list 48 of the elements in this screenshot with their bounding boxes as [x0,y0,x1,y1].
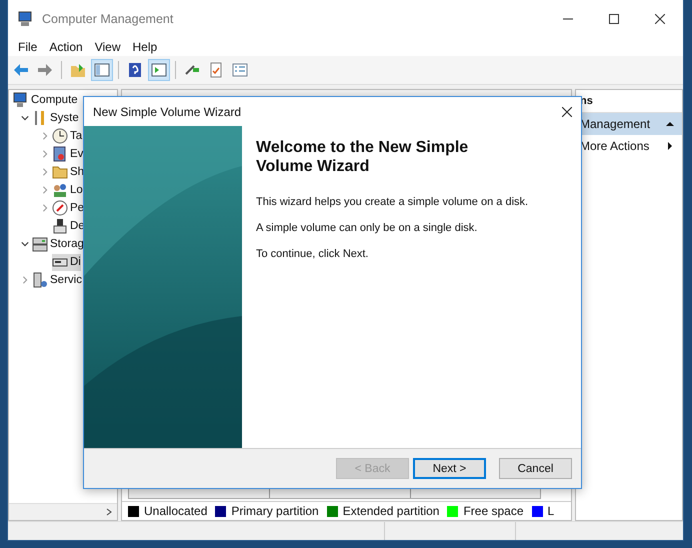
legend-label: Extended partition [342,504,440,518]
expand-chevron-icon[interactable] [41,150,49,158]
menu-item[interactable]: View [88,40,126,54]
scroll-right-icon[interactable] [105,508,113,516]
folder-icon [52,164,68,180]
clock-icon [52,128,68,144]
computer-icon [13,92,29,108]
dialog-title: New Simple Volume Wizard [93,104,242,118]
menu-item[interactable]: Help [126,40,164,54]
tree-item[interactable]: Pe [52,200,84,216]
legend-label: Free space [463,504,524,518]
menu-item[interactable]: Action [43,40,89,54]
wizard-text: A simple volume can only be on a single disk. [256,222,478,234]
drive-icon [32,236,48,252]
maximize-icon[interactable] [609,14,619,24]
wizard-button[interactable]: Cancel [499,458,572,479]
expand-chevron-icon[interactable] [41,186,49,194]
tree-item[interactable]: Lo [52,182,83,198]
collapse-chevron-icon[interactable] [21,240,29,248]
expand-chevron-icon[interactable] [21,276,29,284]
tree-item[interactable]: Di [52,254,81,270]
wizard-heading: Welcome to the New Simple Volume Wizard [256,138,470,176]
legend-label: Primary partition [231,504,319,518]
close-icon[interactable] [655,14,665,24]
tree-item[interactable]: Storag [32,236,84,252]
collapse-chevron-icon[interactable] [21,114,29,122]
tree-item[interactable]: Syste [32,110,79,126]
close-icon[interactable] [562,106,572,116]
wizard-button[interactable]: Next > [413,458,486,479]
wizard-text: To continue, click Next. [256,248,370,260]
legend-label: Unallocated [144,504,208,518]
horizontal-scrollbar[interactable] [9,503,117,520]
expand-chevron-icon[interactable] [41,168,49,176]
computer-icon [18,11,34,27]
tree-item[interactable]: Ev [52,146,84,162]
wizard-text: This wizard helps you create a simple volume on a disk. [256,196,528,208]
menu-item[interactable]: File [12,40,44,54]
tree-item[interactable]: Compute [13,92,78,108]
expand-chevron-icon[interactable] [41,132,49,140]
caret-right-icon[interactable] [666,142,674,150]
caret-up-icon[interactable] [666,120,674,128]
expand-chevron-icon[interactable] [41,204,49,212]
tree-item[interactable]: Servic [32,272,82,288]
window-title: Computer Management [42,12,174,26]
users-icon [52,182,68,198]
usb-icon [52,218,68,234]
tree-item[interactable]: Ta [52,128,82,144]
legend-label: L [548,504,554,518]
